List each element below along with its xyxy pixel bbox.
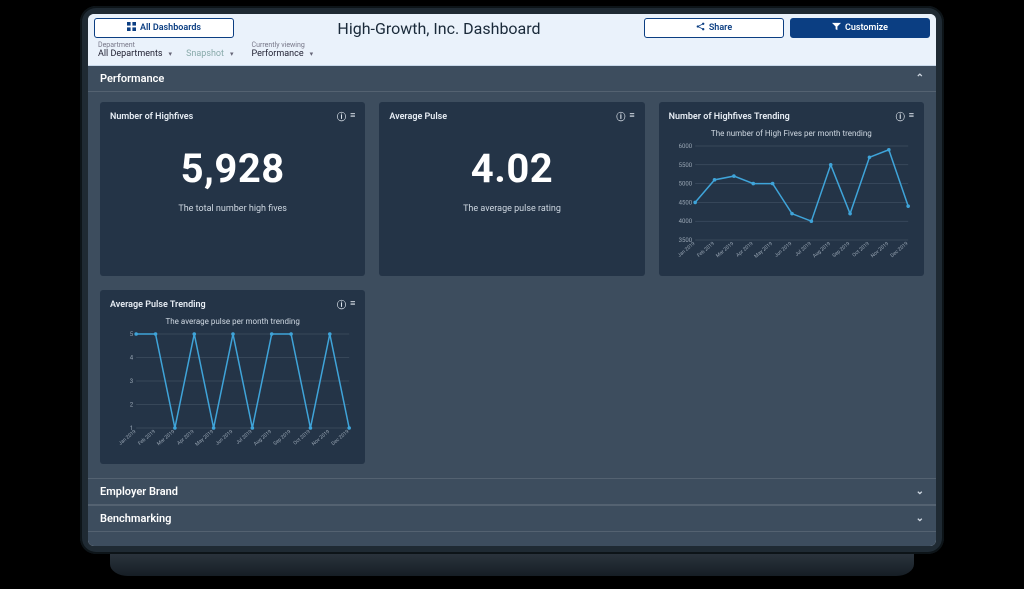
svg-text:Feb 2019: Feb 2019 [696,241,716,259]
all-dashboards-label: All Dashboards [140,23,201,33]
laptop-base [110,554,914,576]
customize-button[interactable]: Customize [790,18,930,38]
svg-text:Apr 2019: Apr 2019 [735,241,755,259]
grid-icon [127,22,136,34]
svg-text:Jul 2019: Jul 2019 [794,241,813,258]
svg-text:Aug 2019: Aug 2019 [253,429,273,447]
highfives-subtitle: The total number high fives [110,204,355,214]
caret-down-icon: ▾ [230,50,234,58]
svg-text:Jan 2019: Jan 2019 [118,429,138,447]
svg-text:4: 4 [130,355,134,362]
svg-text:6000: 6000 [678,143,692,150]
svg-text:Jun 2019: Jun 2019 [215,429,235,447]
share-label: Share [709,23,732,33]
info-icon[interactable]: ⓘ [896,110,905,123]
info-icon[interactable]: ⓘ [616,110,625,123]
card-title: Number of Highfives [110,112,193,122]
avg-pulse-subtitle: The average pulse rating [389,204,634,214]
highfives-trend-chart: 350040004500500055006000Jan 2019Feb 2019… [669,142,914,262]
department-filter-value: All Departments [98,49,163,59]
viewing-filter-label: Currently viewing [252,42,314,49]
chevron-down-icon: ⌄ [916,513,924,524]
menu-icon[interactable]: ≡ [909,110,914,123]
caret-down-icon: ▾ [169,50,173,58]
dashboard-body: Performance ⌃ Number of Highfives ⓘ ≡ 5,… [88,66,936,546]
page-title: High-Growth, Inc. Dashboard [240,19,638,38]
department-filter[interactable]: Department All Departments ▾ Snapshot ▾ [98,42,234,59]
avg-pulse-trend-chart: 12345Jan 2019Feb 2019Mar 2019Apr 2019May… [110,330,355,450]
chevron-up-icon: ⌃ [916,73,924,84]
customize-label: Customize [845,23,888,33]
svg-text:Jul 2019: Jul 2019 [235,429,254,446]
avg-pulse-value: 4.02 [389,145,634,192]
section-title: Performance [100,72,164,85]
svg-text:5000: 5000 [678,181,692,188]
card-title: Number of Highfives Trending [669,112,790,122]
snapshot-label: Snapshot [186,49,224,59]
svg-text:May 2019: May 2019 [753,241,774,260]
svg-text:2: 2 [130,402,134,409]
svg-text:Nov 2019: Nov 2019 [311,429,331,447]
card-avg-pulse-trend: Average Pulse Trending ⓘ ≡ The average p… [100,290,365,464]
performance-grid: Number of Highfives ⓘ ≡ 5,928 The total … [88,92,936,478]
share-button[interactable]: Share [644,18,784,38]
chevron-down-icon: ⌄ [916,486,924,497]
svg-text:Jun 2019: Jun 2019 [773,241,793,259]
svg-text:Apr 2019: Apr 2019 [176,429,196,447]
viewing-filter-value: Performance [252,49,304,59]
info-icon[interactable]: ⓘ [337,298,346,311]
svg-text:4000: 4000 [678,218,692,225]
chart-subtitle: The average pulse per month trending [110,317,355,326]
svg-text:May 2019: May 2019 [194,429,215,448]
card-title: Average Pulse Trending [110,300,206,310]
svg-text:Aug 2019: Aug 2019 [812,241,832,259]
card-title: Average Pulse [389,112,447,122]
svg-text:Oct 2019: Oct 2019 [292,429,311,447]
card-avg-pulse: Average Pulse ⓘ ≡ 4.02 The average pulse… [379,102,644,276]
section-performance[interactable]: Performance ⌃ [88,66,936,92]
svg-text:Sep 2019: Sep 2019 [831,241,851,259]
filter-bar: Department All Departments ▾ Snapshot ▾ … [88,40,936,66]
svg-text:5: 5 [130,331,134,338]
svg-text:Dec 2019: Dec 2019 [330,429,350,447]
svg-text:5500: 5500 [678,162,692,169]
card-highfives: Number of Highfives ⓘ ≡ 5,928 The total … [100,102,365,276]
all-dashboards-button[interactable]: All Dashboards [94,18,234,38]
svg-text:3: 3 [130,378,133,385]
laptop-frame: All Dashboards High-Growth, Inc. Dashboa… [80,6,944,554]
svg-text:Mar 2019: Mar 2019 [156,429,176,447]
section-title: Employer Brand [100,485,178,498]
svg-text:Mar 2019: Mar 2019 [715,241,735,259]
share-icon [696,22,705,34]
section-title: Benchmarking [100,512,171,525]
svg-text:Dec 2019: Dec 2019 [889,241,909,259]
info-icon[interactable]: ⓘ [337,110,346,123]
caret-down-icon: ▾ [310,50,314,58]
filter-icon [832,22,841,34]
section-benchmarking[interactable]: Benchmarking ⌄ [88,505,936,532]
section-employer-brand[interactable]: Employer Brand ⌄ [88,478,936,505]
highfives-value: 5,928 [110,145,355,192]
svg-text:4500: 4500 [678,199,692,206]
card-highfives-trend: Number of Highfives Trending ⓘ ≡ The num… [659,102,924,276]
top-toolbar: All Dashboards High-Growth, Inc. Dashboa… [88,14,936,40]
menu-icon[interactable]: ≡ [629,110,634,123]
svg-text:Sep 2019: Sep 2019 [272,429,292,447]
viewing-filter[interactable]: Currently viewing Performance ▾ [252,42,314,59]
chart-subtitle: The number of High Fives per month trend… [669,129,914,138]
svg-text:Nov 2019: Nov 2019 [870,241,890,259]
app-screen: All Dashboards High-Growth, Inc. Dashboa… [88,14,936,546]
department-filter-label: Department [98,42,234,49]
menu-icon[interactable]: ≡ [350,298,355,311]
svg-text:Feb 2019: Feb 2019 [137,429,157,447]
menu-icon[interactable]: ≡ [350,110,355,123]
svg-text:Oct 2019: Oct 2019 [851,241,870,259]
